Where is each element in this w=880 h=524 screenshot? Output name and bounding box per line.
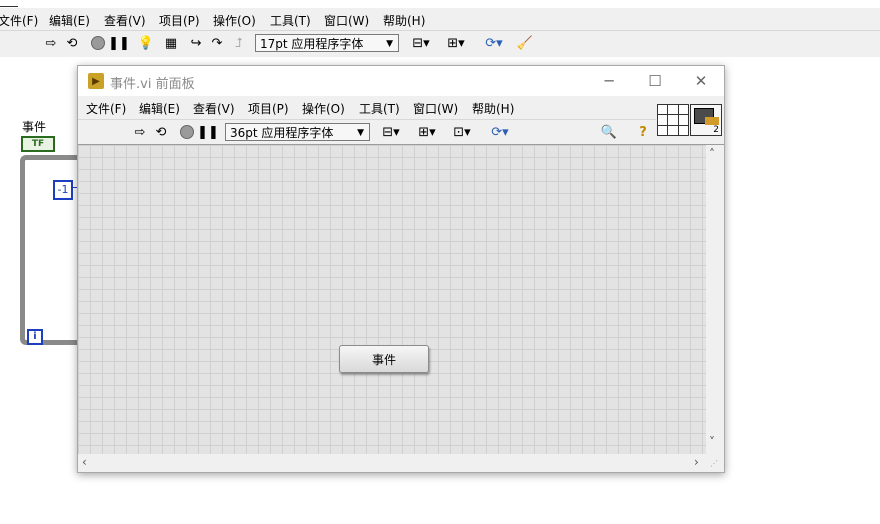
- scroll-down-icon[interactable]: ˅: [709, 435, 715, 449]
- event-button-label: 事件: [371, 352, 396, 367]
- abort-icon[interactable]: [89, 34, 107, 52]
- fp-menu-file[interactable]: 文件(F): [86, 100, 126, 117]
- reorder-icon[interactable]: ⟳▾: [486, 123, 514, 141]
- help-icon[interactable]: ?: [634, 123, 652, 141]
- bd-menu-tools[interactable]: 工具(T): [270, 12, 311, 29]
- close-icon[interactable]: ✕: [678, 66, 724, 96]
- vertical-scrollbar[interactable]: ˄ ˅: [706, 144, 724, 455]
- run-arrow-icon[interactable]: ⇨: [42, 34, 60, 52]
- bd-menu-operate[interactable]: 操作(O): [213, 12, 256, 29]
- connector-count: 2: [713, 125, 719, 135]
- fp-menu-view[interactable]: 查看(V): [193, 100, 235, 117]
- retain-wire-values-icon[interactable]: ▦: [162, 34, 180, 52]
- bd-menu-view[interactable]: 查看(V): [104, 12, 146, 29]
- fp-toolbar: ⇨ ⟲ ❚❚ 36pt 应用程序字体 ▼ ⊟▾ ⊞▾ ⊡▾ ⟳▾ 🔍 ?: [78, 119, 656, 144]
- step-into-icon[interactable]: ↪: [187, 34, 205, 52]
- front-panel-window: ▶ 事件.vi 前面板 ─ ☐ ✕ 文件(F) 编辑(E) 查看(V) 项目(P…: [77, 65, 725, 473]
- distribute-objects-icon[interactable]: ⊞▾: [443, 34, 469, 52]
- bd-menu-edit[interactable]: 编辑(E): [49, 12, 90, 29]
- highlight-execution-icon[interactable]: 💡: [137, 34, 155, 52]
- bd-menu-window[interactable]: 窗口(W): [324, 12, 369, 29]
- distribute-objects-icon[interactable]: ⊞▾: [414, 123, 440, 141]
- iteration-terminal: i: [27, 329, 43, 345]
- align-objects-icon[interactable]: ⊟▾: [408, 34, 434, 52]
- chevron-down-icon: ▼: [357, 128, 364, 138]
- run-continuously-icon[interactable]: ⟲: [63, 34, 81, 52]
- fp-menu-edit[interactable]: 编辑(E): [139, 100, 180, 117]
- fp-menu-tools[interactable]: 工具(T): [359, 100, 400, 117]
- run-continuously-icon[interactable]: ⟲: [152, 123, 170, 141]
- connector-pane[interactable]: [657, 104, 689, 136]
- bd-top-edge: [0, 0, 18, 7]
- align-objects-icon[interactable]: ⊟▾: [378, 123, 404, 141]
- bd-menubar: 文件(F) 编辑(E) 查看(V) 项目(P) 操作(O) 工具(T) 窗口(W…: [0, 8, 880, 30]
- event-button[interactable]: 事件: [339, 345, 429, 373]
- bd-font-select[interactable]: 17pt 应用程序字体 ▼: [255, 34, 399, 52]
- fp-menu-project[interactable]: 项目(P): [248, 100, 289, 117]
- bd-menu-help[interactable]: 帮助(H): [383, 12, 425, 29]
- bd-menu-project[interactable]: 项目(P): [159, 12, 200, 29]
- fp-menu-operate[interactable]: 操作(O): [302, 100, 345, 117]
- clean-up-diagram-icon[interactable]: 🧹: [516, 34, 534, 52]
- pause-icon[interactable]: ❚❚: [108, 34, 130, 52]
- step-out-icon[interactable]: ⮥: [230, 34, 248, 52]
- labview-app-icon: ▶: [88, 73, 104, 89]
- scroll-up-icon[interactable]: ˄: [709, 147, 715, 161]
- step-over-icon[interactable]: ↷: [208, 34, 226, 52]
- search-icon[interactable]: 🔍: [600, 123, 618, 141]
- scroll-left-icon[interactable]: ‹: [82, 455, 87, 469]
- boolean-terminal[interactable]: TF: [21, 136, 55, 152]
- event-terminal-label: 事件: [22, 120, 47, 134]
- bd-font-select-value: 17pt 应用程序字体: [260, 37, 364, 51]
- numeric-constant[interactable]: -1: [53, 180, 73, 200]
- bd-menu-file[interactable]: 文件(F): [0, 12, 38, 29]
- minimize-icon[interactable]: ─: [586, 66, 632, 96]
- bd-toolbar: ⇨ ⟲ ❚❚ 💡 ▦ ↪ ↷ ⮥ 17pt 应用程序字体 ▼ ⊟▾ ⊞▾ ⟳▾ …: [0, 30, 880, 58]
- vi-icon[interactable]: 2: [690, 104, 722, 136]
- horizontal-scrollbar[interactable]: ‹ › ⋰: [78, 454, 718, 471]
- plug-icon: [705, 117, 719, 125]
- fp-menu-help[interactable]: 帮助(H): [472, 100, 514, 117]
- fp-menu-window[interactable]: 窗口(W): [413, 100, 458, 117]
- scroll-right-icon[interactable]: ›: [694, 455, 699, 469]
- fp-titlebar: ▶ 事件.vi 前面板 ─ ☐ ✕: [78, 66, 724, 96]
- fp-menubar: 文件(F) 编辑(E) 查看(V) 项目(P) 操作(O) 工具(T) 窗口(W…: [78, 96, 656, 118]
- chevron-down-icon: ▼: [386, 39, 393, 49]
- fp-font-select-value: 36pt 应用程序字体: [230, 126, 334, 140]
- resize-grip-icon[interactable]: ⋰: [710, 459, 718, 468]
- maximize-icon[interactable]: ☐: [632, 66, 678, 96]
- front-panel-grid[interactable]: 事件: [78, 144, 706, 455]
- run-arrow-icon[interactable]: ⇨: [131, 123, 149, 141]
- reorder-icon[interactable]: ⟳▾: [480, 34, 508, 52]
- resize-objects-icon[interactable]: ⊡▾: [449, 123, 475, 141]
- fp-font-select[interactable]: 36pt 应用程序字体 ▼: [225, 123, 370, 141]
- window-title: 事件.vi 前面板: [110, 77, 195, 92]
- pause-icon[interactable]: ❚❚: [197, 123, 219, 141]
- abort-icon[interactable]: [178, 123, 196, 141]
